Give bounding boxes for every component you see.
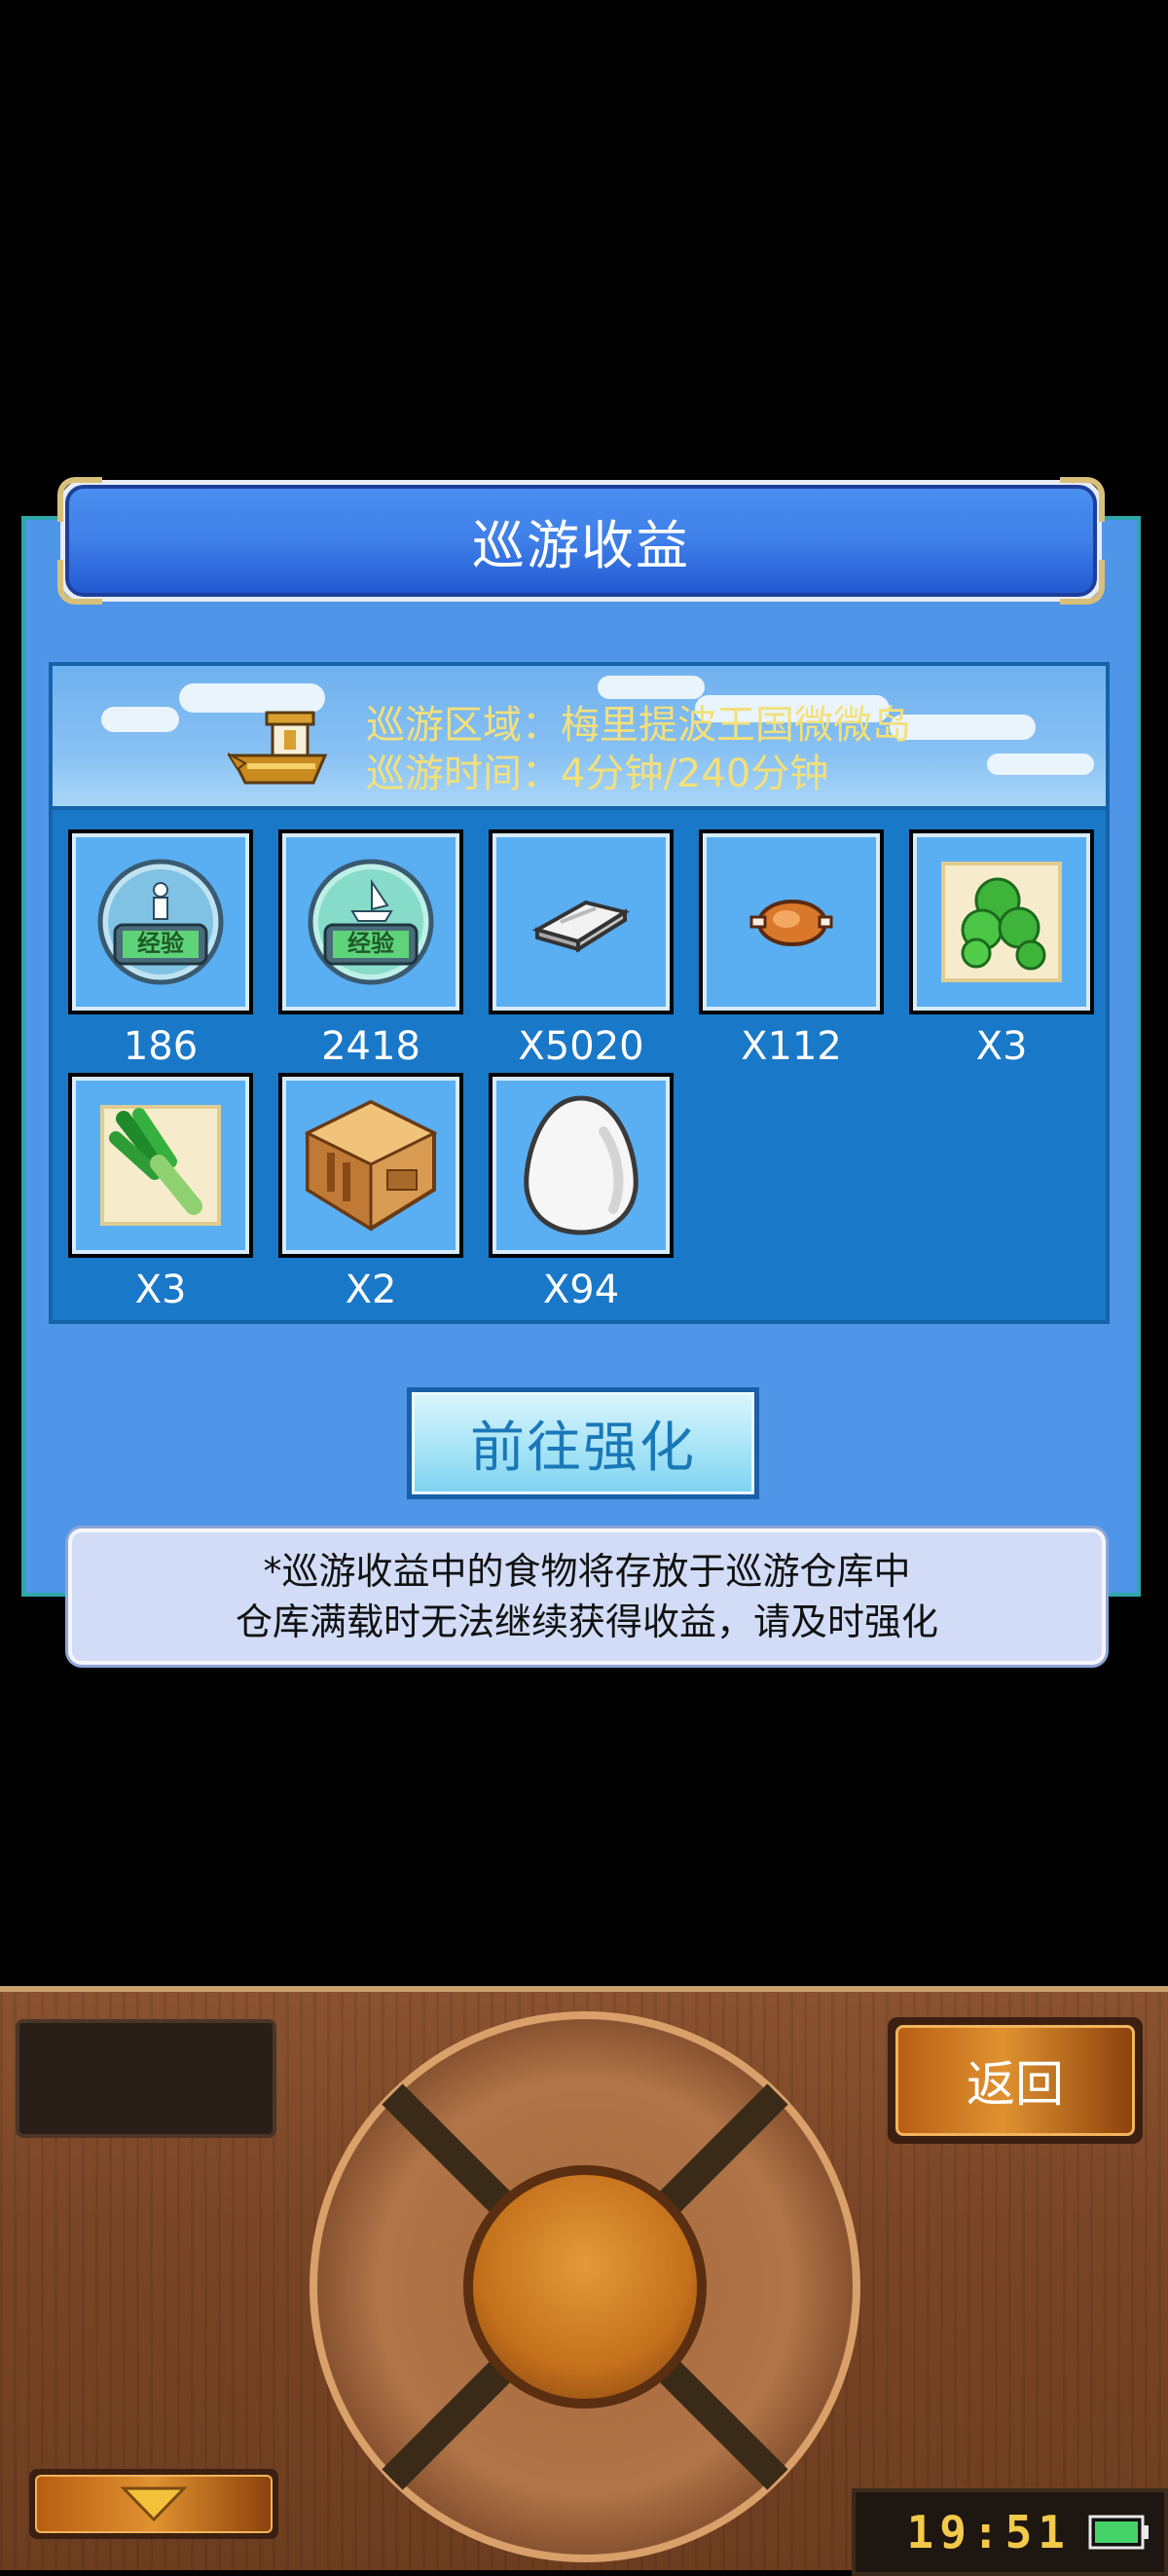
clock-panel: 19:51 bbox=[852, 2488, 1168, 2576]
cruise-ship-icon bbox=[228, 711, 328, 785]
reward-item-meat[interactable]: X112 bbox=[699, 829, 884, 1069]
green-leek-icon bbox=[100, 1105, 221, 1226]
reward-item-silver[interactable]: X5020 bbox=[489, 829, 674, 1069]
silver-bar-icon bbox=[531, 900, 631, 953]
reward-count: X3 bbox=[975, 1024, 1028, 1069]
dialog-title-bar: 巡游收益 bbox=[57, 477, 1105, 605]
device-screen-slot bbox=[16, 2019, 276, 2138]
directional-pad[interactable] bbox=[310, 2011, 860, 2562]
notice-line-1: *巡游收益中的食物将存放于巡游仓库中 bbox=[263, 1550, 911, 1593]
cruise-info-banner: 巡游区域：梅里提波王国微微岛 巡游时间：4分钟/240分钟 bbox=[53, 666, 1106, 810]
menu-down-button[interactable] bbox=[29, 2469, 278, 2539]
roast-meat-icon bbox=[749, 900, 833, 946]
go-enhance-label: 前往强化 bbox=[412, 1392, 754, 1494]
egg-icon bbox=[524, 1095, 639, 1235]
reward-item-exp-person[interactable]: 经验 186 bbox=[68, 829, 253, 1069]
rewards-panel: 巡游区域：梅里提波王国微微岛 巡游时间：4分钟/240分钟 经验 186 经验 … bbox=[49, 662, 1110, 1324]
chevron-down-icon bbox=[120, 2486, 188, 2522]
reward-item-egg[interactable]: X94 bbox=[489, 1073, 674, 1312]
wooden-room-icon bbox=[304, 1099, 438, 1232]
clock-time: 19:51 bbox=[906, 2506, 1071, 2558]
game-device-frame: 返回 19:51 bbox=[0, 1986, 1168, 2576]
dialog-title: 巡游收益 bbox=[472, 515, 690, 576]
cloud-decoration bbox=[890, 715, 1036, 740]
reward-item-exp-ship[interactable]: 经验 2418 bbox=[278, 829, 463, 1069]
reward-item-peas[interactable]: X3 bbox=[909, 829, 1094, 1069]
notice-line-2: 仓库满载时无法继续获得收益，请及时强化 bbox=[235, 1601, 938, 1643]
cloud-decoration bbox=[987, 754, 1094, 775]
gold-corner-ornament bbox=[57, 560, 102, 605]
storage-notice: *巡游收益中的食物将存放于巡游仓库中 仓库满载时无法继续获得收益，请及时强化 bbox=[68, 1528, 1106, 1665]
reward-count: X112 bbox=[741, 1024, 842, 1069]
reward-count: X2 bbox=[345, 1268, 397, 1312]
back-button-label: 返回 bbox=[895, 2025, 1135, 2136]
go-enhance-button[interactable]: 前往强化 bbox=[407, 1387, 759, 1499]
back-button[interactable]: 返回 bbox=[888, 2017, 1143, 2144]
reward-count: 2418 bbox=[321, 1024, 420, 1069]
reward-count: X94 bbox=[542, 1268, 620, 1312]
battery-icon bbox=[1088, 2515, 1149, 2550]
reward-count: 186 bbox=[123, 1024, 199, 1069]
reward-count: X3 bbox=[134, 1268, 187, 1312]
gold-corner-ornament bbox=[57, 477, 102, 522]
reward-item-leek[interactable]: X3 bbox=[68, 1073, 253, 1312]
gold-corner-ornament bbox=[1060, 560, 1105, 605]
reward-item-room[interactable]: X2 bbox=[278, 1073, 463, 1312]
gold-corner-ornament bbox=[1060, 477, 1105, 522]
svg-text:经验: 经验 bbox=[347, 930, 394, 957]
dpad-center-button[interactable] bbox=[463, 2165, 707, 2409]
green-peas-icon bbox=[941, 862, 1062, 982]
reward-count: X5020 bbox=[518, 1024, 644, 1069]
cruise-time-text: 巡游时间：4分钟/240分钟 bbox=[366, 752, 829, 796]
exp-ship-icon: 经验 bbox=[308, 859, 434, 985]
cloud-decoration bbox=[101, 707, 179, 732]
svg-text:经验: 经验 bbox=[137, 930, 184, 957]
exp-person-icon: 经验 bbox=[97, 859, 224, 985]
